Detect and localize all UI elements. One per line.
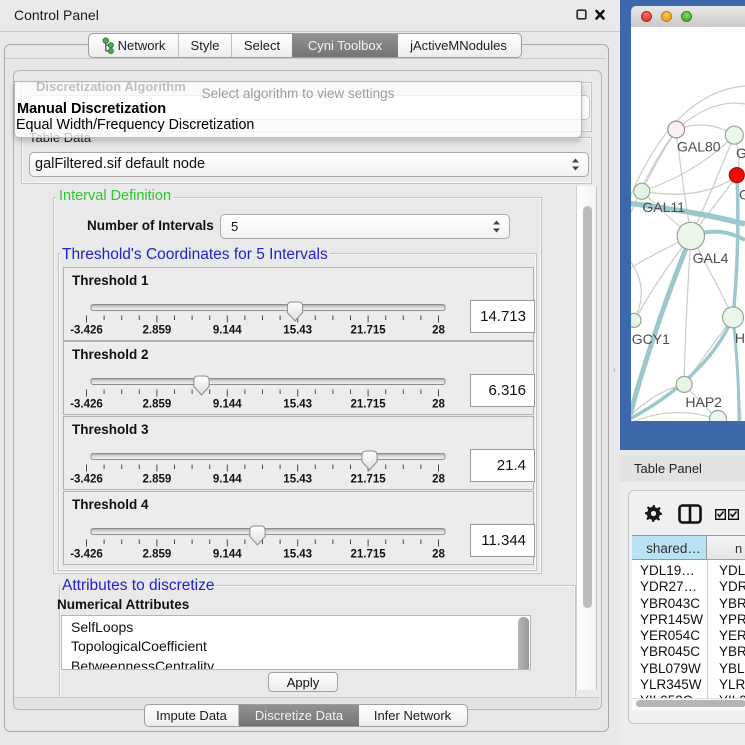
svg-text:G: G: [739, 187, 745, 203]
svg-text:9.144: 9.144: [213, 474, 242, 486]
svg-text:15.43: 15.43: [283, 474, 312, 486]
svg-text:28: 28: [432, 549, 445, 561]
svg-text:GAL: GAL: [736, 145, 745, 161]
svg-text:GAL80: GAL80: [677, 139, 721, 155]
svg-text:-3.426: -3.426: [70, 474, 103, 486]
svg-text:15.43: 15.43: [283, 399, 312, 411]
svg-text:9.144: 9.144: [213, 549, 242, 561]
svg-text:9.144: 9.144: [213, 325, 242, 337]
svg-text:21.715: 21.715: [351, 474, 387, 486]
svg-text:2.859: 2.859: [143, 325, 172, 337]
svg-text:GCY1: GCY1: [632, 331, 670, 347]
svg-text:2.859: 2.859: [143, 399, 172, 411]
svg-text:-3.426: -3.426: [70, 399, 103, 411]
svg-text:GAL4: GAL4: [693, 250, 729, 266]
svg-text:15.43: 15.43: [283, 549, 312, 561]
svg-text:15.43: 15.43: [283, 325, 312, 337]
svg-text:2.859: 2.859: [143, 474, 172, 486]
svg-text:21.715: 21.715: [351, 399, 387, 411]
svg-text:28: 28: [432, 325, 445, 337]
svg-text:28: 28: [432, 399, 445, 411]
svg-text:HAP2: HAP2: [685, 394, 722, 410]
svg-text:28: 28: [432, 474, 445, 486]
svg-text:21.715: 21.715: [351, 325, 387, 337]
svg-text:21.715: 21.715: [351, 549, 387, 561]
svg-text:-3.426: -3.426: [70, 549, 103, 561]
svg-text:-3.426: -3.426: [70, 325, 103, 337]
svg-text:2.859: 2.859: [143, 549, 172, 561]
svg-text:GAL11: GAL11: [642, 199, 685, 215]
svg-text:9.144: 9.144: [213, 399, 242, 411]
svg-text:H: H: [735, 330, 745, 346]
